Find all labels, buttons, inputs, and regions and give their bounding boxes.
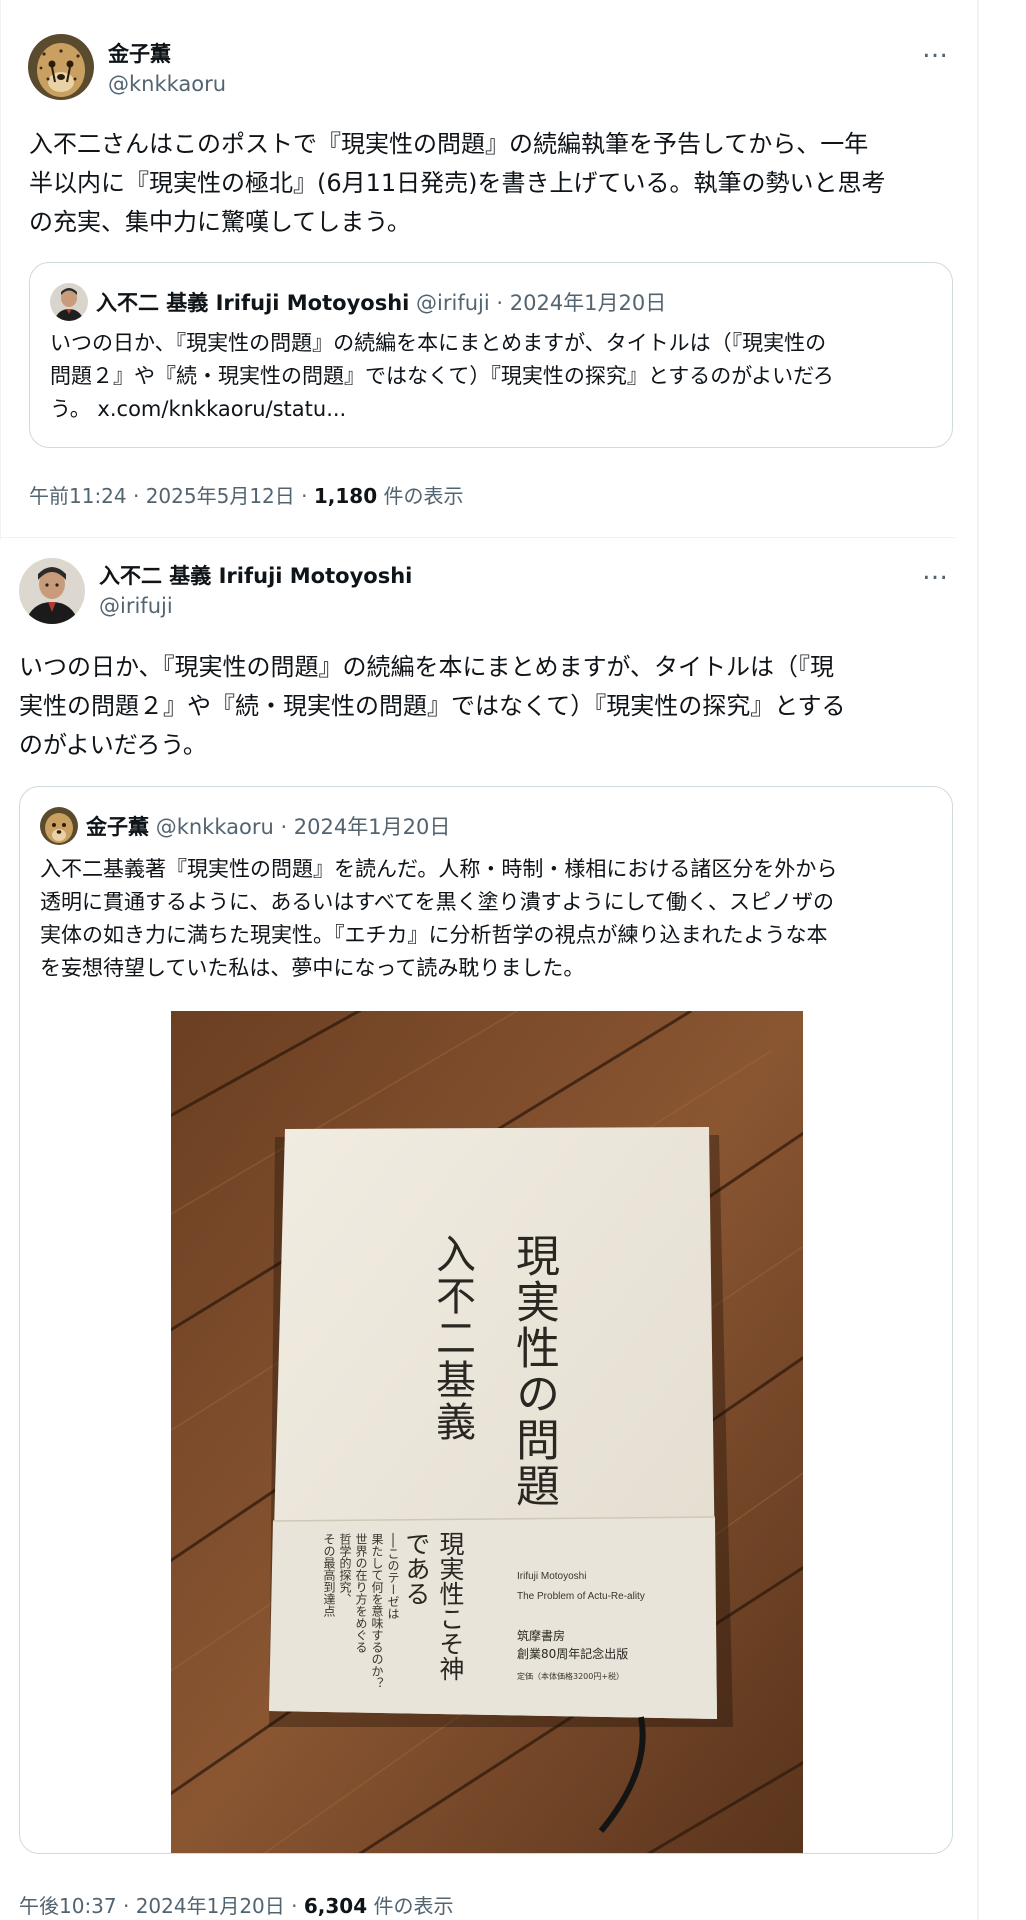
band-subtext: ──このテーゼは 果たして何を意味するのか？ 世界の在り方をめぐる 哲学的探究、… [321, 1533, 401, 1689]
band-line: 哲学的探究、 [338, 1533, 352, 1605]
quoted-author-name[interactable]: 入不二 基義 Irifuji Motoyoshi [96, 291, 409, 315]
quoted-tweet[interactable]: 金子薫 @knkkaoru · 2024年1月20日 入不二基義著『現実性の問題… [19, 786, 953, 1854]
tweet-text-line: 入不二さんはこのポストで『現実性の問題』の続編執筆を予告してから、一年 [29, 130, 869, 158]
wood-table-image [171, 1011, 803, 1853]
quoted-header: 金子薫 @knkkaoru · 2024年1月20日 [86, 811, 450, 841]
author-handle[interactable]: @knkkaoru [108, 72, 226, 96]
tweet-text-line: の充実、集中力に驚嘆してしまう。 [29, 208, 411, 236]
views-count: 1,180 [313, 484, 378, 508]
quoted-author-name[interactable]: 金子薫 [86, 815, 149, 839]
tweet-text-line: いつの日か、『現実性の問題』の続編を本にまとめますが、タイトルは（『現 [19, 653, 835, 681]
quoted-tweet[interactable]: 入不二 基義 Irifuji Motoyoshi @irifuji · 2024… [29, 262, 953, 448]
tweet-meta: 午後10:37 · 2024年1月20日 · 6,304 件の表示 [19, 1890, 453, 1919]
quoted-meta[interactable]: @irifuji · 2024年1月20日 [416, 291, 666, 315]
cheetah-avatar[interactable] [40, 807, 78, 845]
tweet-1[interactable]: 金子薫 @knkkaoru … 入不二さんはこのポストで『現実性の問題』の続編執… [0, 0, 977, 540]
tweet-text: 入不二さんはこのポストで『現実性の問題』の続編執筆を予告してから、一年 半以内に… [29, 125, 959, 242]
roman-author: Irifuji Motoyoshi [517, 1571, 587, 1582]
tweet-text-line: 半以内に『現実性の極北』(6月11日発売)を書き上げている。執筆の勢いと思考 [29, 169, 886, 197]
author-name[interactable]: 金子薫 [108, 38, 171, 68]
quoted-text-line: 実体の如き力に満ちた現実性。『エチカ』に分析哲学の視点が練り込まれたような本 [40, 923, 828, 947]
roman-title: The Problem of Actu-Re-ality [517, 1591, 645, 1602]
band-line: 果たして何を意味するのか？ [370, 1533, 384, 1689]
tweet-2[interactable]: 入不二 基義 Irifuji Motoyoshi @irifuji … いつの日… [0, 540, 977, 1920]
band-title: 現実性こそ神である [402, 1531, 465, 1681]
quoted-text-line: 入不二基義著『現実性の問題』を読んだ。人称・時制・様相における諸区分を外から [40, 857, 838, 881]
views-count: 6,304 [303, 1894, 368, 1918]
quoted-text-line: 透明に貫通するように、あるいはすべてを黒く塗り潰すようにして働く、スピノザの [40, 890, 835, 914]
book-title: 現実性の問題 [508, 1233, 559, 1509]
tweet-text-line: 実性の問題２』や『続・現実性の問題』ではなくて）『現実性の探究』とする [19, 692, 846, 720]
quoted-text-line: いつの日か、『現実性の問題』の続編を本にまとめますが、タイトルは（『現実性の [50, 331, 827, 355]
tweet-separator [0, 537, 955, 538]
quoted-text-line: う。 x.com/knkkaoru/statu... [50, 397, 347, 421]
quoted-meta[interactable]: @knkkaoru · 2024年1月20日 [156, 815, 451, 839]
irifuji-avatar[interactable] [50, 283, 88, 321]
cheetah-avatar[interactable] [28, 34, 94, 100]
more-options-icon[interactable]: … [922, 556, 949, 586]
tweet-text: いつの日か、『現実性の問題』の続編を本にまとめますが、タイトルは（『現 実性の問… [19, 648, 959, 765]
quoted-text: いつの日か、『現実性の問題』の続編を本にまとめますが、タイトルは（『現実性の 問… [50, 327, 930, 426]
book-photo[interactable]: 現実性の問題 入不二基義 現実性こそ神である ──このテーゼは 果たして何を意味… [171, 1011, 803, 1853]
timeline-right-border [977, 0, 979, 1920]
price: 定価（本体価格3200円+税） [517, 1672, 625, 1681]
anniversary: 創業80周年記念出版 [517, 1647, 629, 1661]
more-options-icon[interactable]: … [922, 34, 949, 64]
author-name[interactable]: 入不二 基義 Irifuji Motoyoshi [99, 560, 412, 590]
book-author: 入不二基義 [429, 1233, 475, 1443]
quoted-text: 入不二基義著『現実性の問題』を読んだ。人称・時制・様相における諸区分を外から 透… [40, 853, 940, 985]
publisher: 筑摩書房 [517, 1629, 566, 1643]
timestamp-link[interactable]: 午後10:37 · 2024年1月20日 · [19, 1894, 304, 1918]
quoted-text-line: を妄想待望していた私は、夢中になって読み耽りました。 [40, 956, 585, 980]
author-handle[interactable]: @irifuji [99, 594, 173, 618]
band-line: その最高到達点 [322, 1533, 336, 1617]
tweet-text-line: のがよいだろう。 [19, 731, 207, 759]
quoted-header: 入不二 基義 Irifuji Motoyoshi @irifuji · 2024… [96, 287, 666, 317]
timestamp-link[interactable]: 午前11:24 · 2025年5月12日 · [29, 484, 314, 508]
tweet-meta: 午前11:24 · 2025年5月12日 · 1,180 件の表示 [29, 480, 463, 509]
band-line: 世界の在り方をめぐる [354, 1533, 368, 1653]
views-label: 件の表示 [377, 484, 464, 508]
views-label: 件の表示 [367, 1894, 454, 1918]
band-line: ──このテーゼは [386, 1533, 400, 1620]
quoted-text-line: 問題２』や『続・現実性の問題』ではなくて）『現実性の探究』とするのがよいだろ [50, 364, 834, 388]
irifuji-avatar[interactable] [19, 558, 85, 624]
